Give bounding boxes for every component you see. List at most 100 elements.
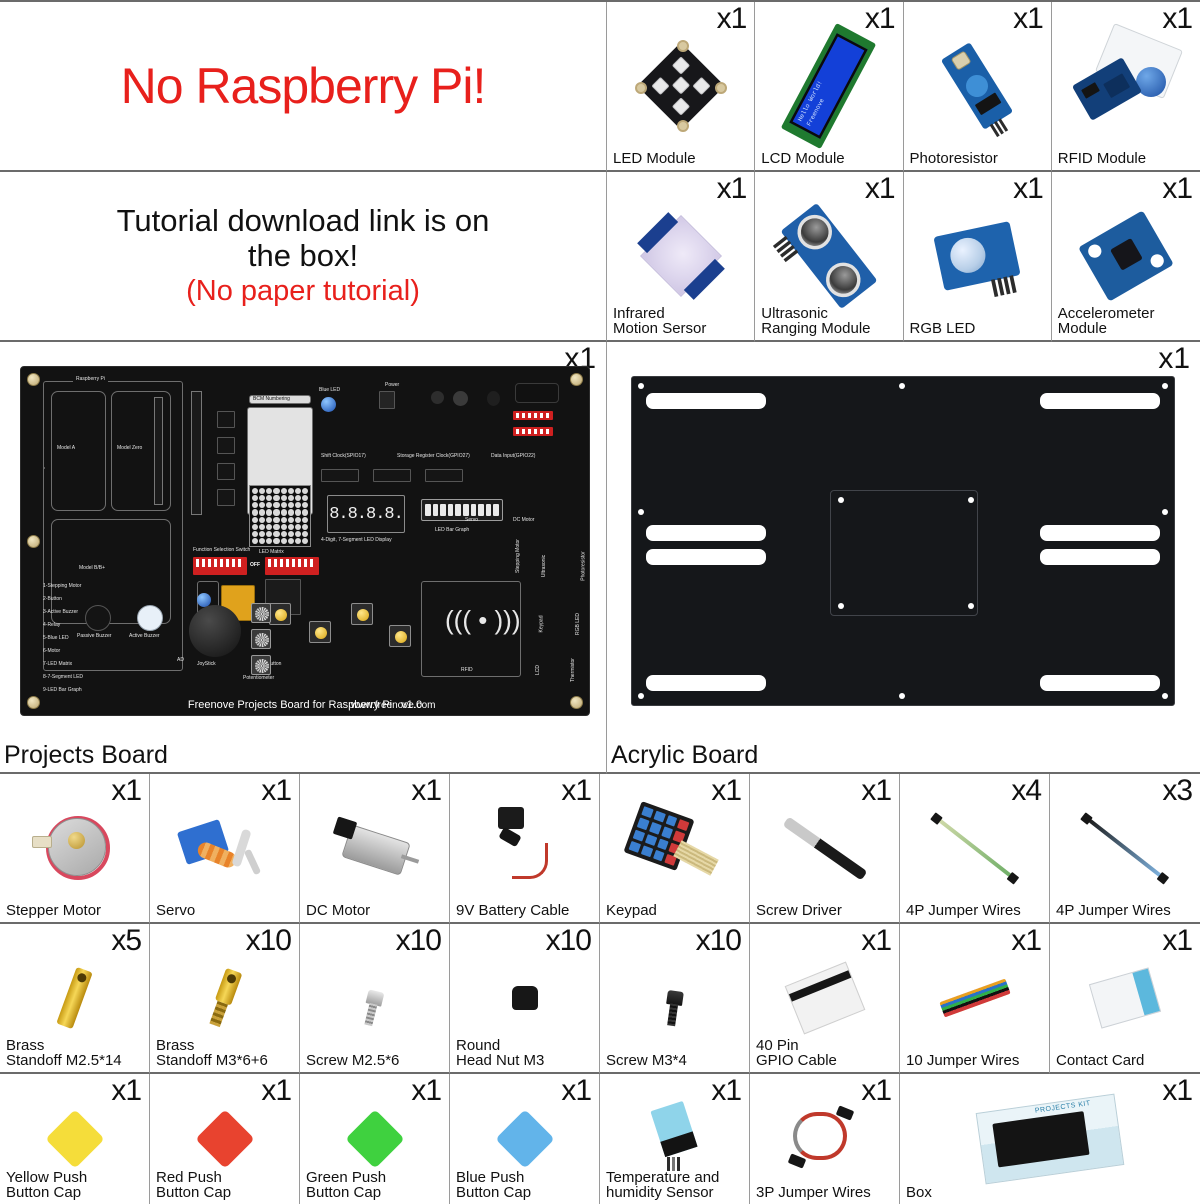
item-screw-m25-6[interactable]: x10 Screw M2.5*6 xyxy=(300,924,450,1074)
item-9v-battery-cable[interactable]: x1 9V Battery Cable xyxy=(450,774,600,924)
item-keypad[interactable]: x1 Keypad xyxy=(600,774,750,924)
kit-contents-sheet: No Raspberry Pi! x1 LED Module x1 Hello … xyxy=(0,0,1200,1204)
item-projects-board[interactable]: x1 Raspberry Pi Model A Model Zero Model… xyxy=(0,342,607,774)
item-label: RFID Module xyxy=(1057,150,1147,168)
rfid-module-icon xyxy=(1052,2,1200,170)
tutorial-note: (No paper tutorial) xyxy=(186,275,420,308)
item-dc-motor[interactable]: x1 DC Motor xyxy=(300,774,450,924)
fn-9: 9-LED Bar Graph xyxy=(43,687,82,693)
item-blue-push-button-cap[interactable]: x1 Blue Push Button Cap xyxy=(450,1074,600,1204)
fn-1: 1-Stepping Motor xyxy=(43,583,82,589)
top-section: No Raspberry Pi! x1 LED Module x1 Hello … xyxy=(0,2,1200,172)
item-box[interactable]: x1 PROJECTS KIT Box xyxy=(900,1074,1200,1204)
item-screw-driver[interactable]: x1 Screw Driver xyxy=(750,774,900,924)
screw-icon xyxy=(600,924,749,1072)
silk-storage-clock: Storage Register Clock(GPIO27) xyxy=(397,453,470,459)
item-rfid-module[interactable]: x1 RFID Module xyxy=(1051,2,1200,172)
item-label: 40 Pin GPIO Cable xyxy=(756,1036,837,1070)
item-label: Brass Standoff M3*6+6 xyxy=(156,1036,268,1070)
fn-4: 4-Relay xyxy=(43,622,61,628)
board-label: Projects Board xyxy=(4,741,168,769)
item-4p-jumper-wires-blue[interactable]: x3 4P Jumper Wires xyxy=(1050,774,1200,924)
battery-cable-icon xyxy=(450,774,599,922)
screw-icon xyxy=(300,924,449,1072)
item-brass-standoff-m25-14[interactable]: x5 Brass Standoff M2.5*14 xyxy=(0,924,150,1074)
item-infrared-motion-sensor[interactable]: x1 Infrared Motion Sersor xyxy=(607,172,756,342)
box-icon: PROJECTS KIT xyxy=(900,1074,1200,1204)
item-ultrasonic-ranging-module[interactable]: x1 Ultrasonic Ranging Module xyxy=(755,172,904,342)
item-rgb-led[interactable]: x1 RGB LED xyxy=(903,172,1052,342)
item-3p-jumper-wires[interactable]: x1 3P Jumper Wires xyxy=(750,1074,900,1204)
qty-badge: x1 xyxy=(1158,342,1190,375)
item-yellow-push-button-cap[interactable]: x1 Yellow Push Button Cap xyxy=(0,1074,150,1204)
item-red-push-button-cap[interactable]: x1 Red Push Button Cap xyxy=(150,1074,300,1204)
item-label: Yellow Push Button Cap xyxy=(6,1168,88,1202)
item-label: RGB LED xyxy=(909,320,976,338)
silk-active-buzzer: Active Buzzer xyxy=(129,633,160,639)
item-label: Stepper Motor xyxy=(6,902,102,920)
item-acrylic-board[interactable]: x1 Acrylic Board xyxy=(607,342,1200,774)
item-label: 10 Jumper Wires xyxy=(906,1052,1020,1070)
item-40pin-gpio-cable[interactable]: x1 40 Pin GPIO Cable xyxy=(750,924,900,1074)
dc-motor-icon xyxy=(300,774,449,922)
silk-servo: Servo xyxy=(465,517,479,523)
item-label: Temperature and humidity Sensor xyxy=(606,1168,720,1202)
item-round-head-nut-m3[interactable]: x10 Round Head Nut M3 xyxy=(450,924,600,1074)
photoresistor-icon xyxy=(904,2,1051,170)
item-green-push-button-cap[interactable]: x1 Green Push Button Cap xyxy=(300,1074,450,1204)
item-photoresistor[interactable]: x1 Photoresistor xyxy=(903,2,1052,172)
item-10-jumper-wires[interactable]: x1 10 Jumper Wires xyxy=(900,924,1050,1074)
item-label: Brass Standoff M2.5*14 xyxy=(6,1036,122,1070)
silk-seven-segment: 4-Digit, 7-Segment LED Display xyxy=(321,537,392,543)
screw-driver-icon xyxy=(750,774,899,922)
fn-8: 8-7-Segment LED xyxy=(43,674,84,680)
item-label: LED Module xyxy=(613,150,696,168)
silk-photoresistor: Photoresistor xyxy=(580,551,587,581)
fn-3: 3-Active Buzzer xyxy=(43,609,79,615)
item-label: Accelerometer Module xyxy=(1057,304,1155,338)
item-label: Box xyxy=(906,1184,932,1202)
tutorial-line1: Tutorial download link is on xyxy=(116,202,490,238)
item-label: LCD Module xyxy=(761,150,845,168)
silk-shift-clock: Shift Clock(SPIO17) xyxy=(321,453,366,459)
tutorial-line2: the box! xyxy=(247,237,359,273)
item-screw-m3-4[interactable]: x10 Screw M3*4 xyxy=(600,924,750,1074)
projects-board-artwork: Raspberry Pi Model A Model Zero Model B/… xyxy=(20,366,590,716)
silk-bcm-numbering: BCM Numbering xyxy=(253,396,290,402)
stepper-motor-icon xyxy=(0,774,149,922)
fn-6: 6-Motor xyxy=(43,648,61,654)
item-lcd-module[interactable]: x1 Hello World! Freenove LCD Module xyxy=(755,2,904,172)
headline-text: No Raspberry Pi! xyxy=(120,58,487,114)
item-led-module[interactable]: x1 LED Module xyxy=(607,2,756,172)
silk-passive-buzzer: Passive Buzzer xyxy=(77,633,112,639)
item-stepper-motor[interactable]: x1 Stepper Motor xyxy=(0,774,150,924)
headline-banner: No Raspberry Pi! xyxy=(0,2,607,172)
acrylic-board-artwork xyxy=(631,376,1175,706)
items-row-2: x5 Brass Standoff M2.5*14 x10 Brass Stan… xyxy=(0,924,1200,1074)
item-label: Keypad xyxy=(606,902,657,920)
contact-card-icon xyxy=(1050,924,1200,1072)
fn-2: 2-Button xyxy=(43,596,62,602)
rfid-wave-icon: ((( • ))) xyxy=(445,605,521,635)
item-label: Photoresistor xyxy=(909,150,998,168)
modules-row-1: x1 LED Module x1 Hello World! Freenove L… xyxy=(607,2,1200,172)
item-contact-card[interactable]: x1 Contact Card xyxy=(1050,924,1200,1074)
silk-rgb-led: RGB LED xyxy=(574,613,581,635)
item-4p-jumper-wires-green[interactable]: x4 4P Jumper Wires xyxy=(900,774,1050,924)
silk-dc-motor: DC Motor xyxy=(513,517,535,523)
items-row-1: x1 Stepper Motor x1 Servo x1 DC Motor x1… xyxy=(0,774,1200,924)
silk-led-bar-graph: LED Bar Graph xyxy=(435,527,470,533)
silk-model-zero: Model Zero xyxy=(117,445,143,451)
item-label: 4P Jumper Wires xyxy=(1056,902,1171,920)
item-label: Red Push Button Cap xyxy=(156,1168,232,1202)
lcd-module-icon: Hello World! Freenove xyxy=(755,2,902,170)
item-accelerometer-module[interactable]: x1 Accelerometer Module xyxy=(1051,172,1200,342)
item-temperature-humidity-sensor[interactable]: x1 Temperature and humidity Sensor xyxy=(600,1074,750,1204)
board-title: Freenove Projects Board for Raspberry Pi… xyxy=(21,699,589,711)
item-label: Infrared Motion Sersor xyxy=(613,304,707,338)
function-list: 1-Stepping Motor 2-Button 3-Active Buzze… xyxy=(43,583,83,693)
item-brass-standoff-m3-6-6[interactable]: x10 Brass Standoff M3*6+6 xyxy=(150,924,300,1074)
board-url: www.freenove.com xyxy=(351,700,436,711)
seven-segment-display: 8.8.8.8. xyxy=(329,504,404,524)
item-servo[interactable]: x1 Servo xyxy=(150,774,300,924)
